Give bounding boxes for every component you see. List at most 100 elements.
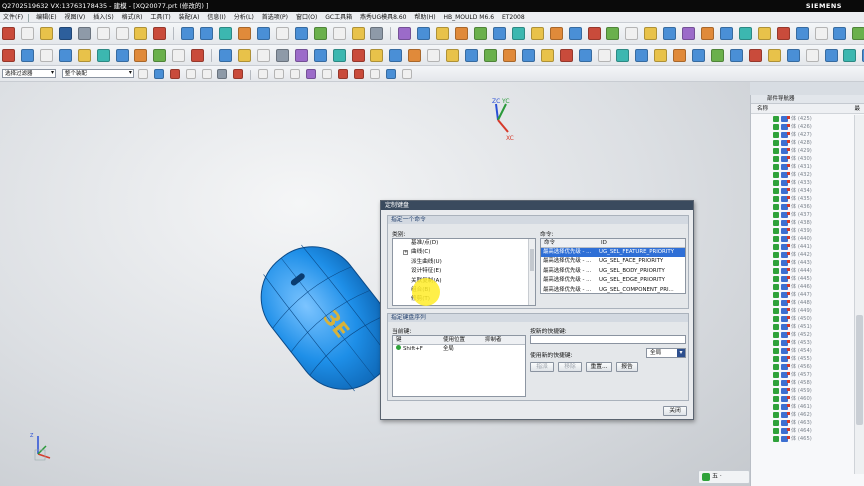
id-column-header[interactable]: ID	[601, 239, 607, 248]
navigator-body-row[interactable]: 体 (458)	[751, 379, 854, 387]
navigator-body-row[interactable]: 体 (429)	[751, 147, 854, 155]
location-column-header[interactable]: 使用位置	[443, 336, 465, 345]
general-select-icon[interactable]	[153, 69, 164, 79]
point-on-face-snap-icon[interactable]	[385, 69, 396, 79]
curve-icon[interactable]	[398, 27, 412, 40]
extract-icon[interactable]	[370, 49, 384, 62]
menu-hb-mould[interactable]: HB_MOULD M6.6	[441, 12, 498, 23]
unblank-icon[interactable]	[332, 49, 346, 62]
visibility-checkbox-icon[interactable]	[773, 348, 779, 354]
navigator-body-row[interactable]: 体 (459)	[751, 387, 854, 395]
export-icon[interactable]	[843, 49, 857, 62]
close-button[interactable]: 关闭	[663, 406, 687, 416]
visibility-checkbox-icon[interactable]	[773, 212, 779, 218]
edit-display-icon[interactable]	[294, 49, 308, 62]
navigator-body-row[interactable]: 体 (426)	[751, 123, 854, 131]
parting-icon[interactable]	[711, 49, 725, 62]
visibility-checkbox-icon[interactable]	[773, 172, 779, 178]
visibility-checkbox-icon[interactable]	[773, 260, 779, 266]
new-shortcut-input[interactable]	[530, 335, 686, 344]
core-icon[interactable]	[729, 49, 743, 62]
visibility-checkbox-icon[interactable]	[773, 204, 779, 210]
navigator-body-row[interactable]: 体 (456)	[751, 363, 854, 371]
suppressed-by-column-header[interactable]: 抑制者	[485, 336, 502, 345]
command-column-header[interactable]: 命令	[544, 239, 555, 248]
navigator-body-row[interactable]: 体 (451)	[751, 323, 854, 331]
visibility-checkbox-icon[interactable]	[773, 332, 779, 338]
endpoint-snap-icon[interactable]	[258, 69, 269, 79]
bridge-icon[interactable]	[427, 49, 441, 62]
cut-icon[interactable]	[96, 27, 110, 40]
menu-et2008[interactable]: ET2008	[499, 12, 528, 23]
navigator-body-row[interactable]: 体 (453)	[751, 339, 854, 347]
component-icon[interactable]	[578, 49, 592, 62]
boss-icon[interactable]	[530, 27, 544, 40]
navigator-body-row[interactable]: 体 (425)	[751, 115, 854, 123]
draft-analysis-icon[interactable]	[673, 49, 687, 62]
category-item[interactable]: 设计特征(E)	[393, 267, 535, 276]
navigator-body-row[interactable]: 体 (440)	[751, 235, 854, 243]
pocket-icon[interactable]	[549, 27, 563, 40]
block-icon[interactable]	[77, 49, 91, 62]
pattern-icon[interactable]	[682, 27, 696, 40]
navigator-body-row[interactable]: 体 (452)	[751, 331, 854, 339]
studio-icon[interactable]	[635, 49, 649, 62]
grid-snap-icon[interactable]	[401, 69, 412, 79]
scope-dropdown[interactable]: 全局 ▾	[646, 348, 686, 358]
electrode-icon[interactable]	[786, 49, 800, 62]
menu-format[interactable]: 格式(R)	[119, 12, 146, 23]
assembly-scope-dropdown[interactable]: 整个装配	[61, 69, 134, 78]
new-file-icon[interactable]	[20, 27, 34, 40]
revolve-icon[interactable]	[436, 27, 450, 40]
select-all-icon[interactable]	[137, 69, 148, 79]
redo-icon[interactable]	[200, 27, 214, 40]
assign-button[interactable]: 指派	[530, 362, 554, 372]
navigator-body-row[interactable]: 体 (445)	[751, 275, 854, 283]
visibility-checkbox-icon[interactable]	[773, 124, 779, 130]
navigator-body-row[interactable]: 体 (461)	[751, 403, 854, 411]
navigator-latest-column[interactable]: 最	[854, 104, 860, 114]
visibility-checkbox-icon[interactable]	[773, 420, 779, 426]
color-icon[interactable]	[275, 49, 289, 62]
menu-preferences[interactable]: 首选项(P)	[259, 12, 291, 23]
report-icon[interactable]	[805, 49, 819, 62]
visibility-checkbox-icon[interactable]	[773, 340, 779, 346]
subtract-icon[interactable]	[587, 27, 601, 40]
arc-center-snap-icon[interactable]	[321, 69, 332, 79]
commands-list[interactable]: 命令 ID 最高选择优先级 - ... UG_SEL_FEATURE_PRIORI…	[540, 238, 686, 294]
navigator-scrollbar[interactable]	[854, 115, 864, 474]
chamfer-icon[interactable]	[473, 27, 487, 40]
command-row[interactable]: 最高选择优先级 - ... UG_SEL_EDGE_PRIORITY	[541, 276, 685, 285]
sew-faces-icon[interactable]	[351, 49, 365, 62]
offset-curve-icon[interactable]	[389, 49, 403, 62]
visibility-checkbox-icon[interactable]	[773, 308, 779, 314]
start-icon[interactable]	[2, 27, 15, 40]
lasso-select-icon[interactable]	[201, 69, 212, 79]
expand-icon[interactable]: +	[403, 250, 408, 256]
navigator-body-row[interactable]: 体 (439)	[751, 227, 854, 235]
input-method-bar[interactable]: 五 ·	[698, 470, 750, 484]
analysis-icon[interactable]	[654, 49, 668, 62]
measure-icon[interactable]	[776, 27, 790, 40]
category-scrollbar[interactable]	[528, 239, 535, 305]
rotate-icon[interactable]	[294, 27, 308, 40]
delete-icon[interactable]	[153, 27, 167, 40]
intersect-icon[interactable]	[606, 27, 620, 40]
selection-filter-dropdown[interactable]: 选择过滤器	[2, 69, 56, 78]
current-keys-list[interactable]: 键 使用位置 抑制者 Shift+F 全局	[392, 335, 526, 397]
navigator-body-row[interactable]: 体 (438)	[751, 219, 854, 227]
csys-icon[interactable]	[58, 49, 72, 62]
visibility-checkbox-icon[interactable]	[773, 140, 779, 146]
category-item[interactable]: + 曲线(C)	[393, 248, 535, 257]
mesh-icon[interactable]	[833, 27, 847, 40]
navigator-name-column[interactable]: 名称	[757, 106, 768, 112]
visibility-checkbox-icon[interactable]	[773, 276, 779, 282]
command-row[interactable]: 最高选择优先级 - ... UG_SEL_BODY_PRIORITY	[541, 267, 685, 276]
menu-insert[interactable]: 插入(S)	[90, 12, 117, 23]
category-scroll-thumb[interactable]	[530, 249, 534, 271]
category-item[interactable]: 派生曲线(U)	[393, 258, 535, 267]
project-curve-icon[interactable]	[408, 49, 422, 62]
command-row[interactable]: 最高选择优先级 - ... UG_SEL_FACE_PRIORITY	[541, 257, 685, 266]
navigator-body-row[interactable]: 体 (460)	[751, 395, 854, 403]
save-icon[interactable]	[58, 27, 72, 40]
